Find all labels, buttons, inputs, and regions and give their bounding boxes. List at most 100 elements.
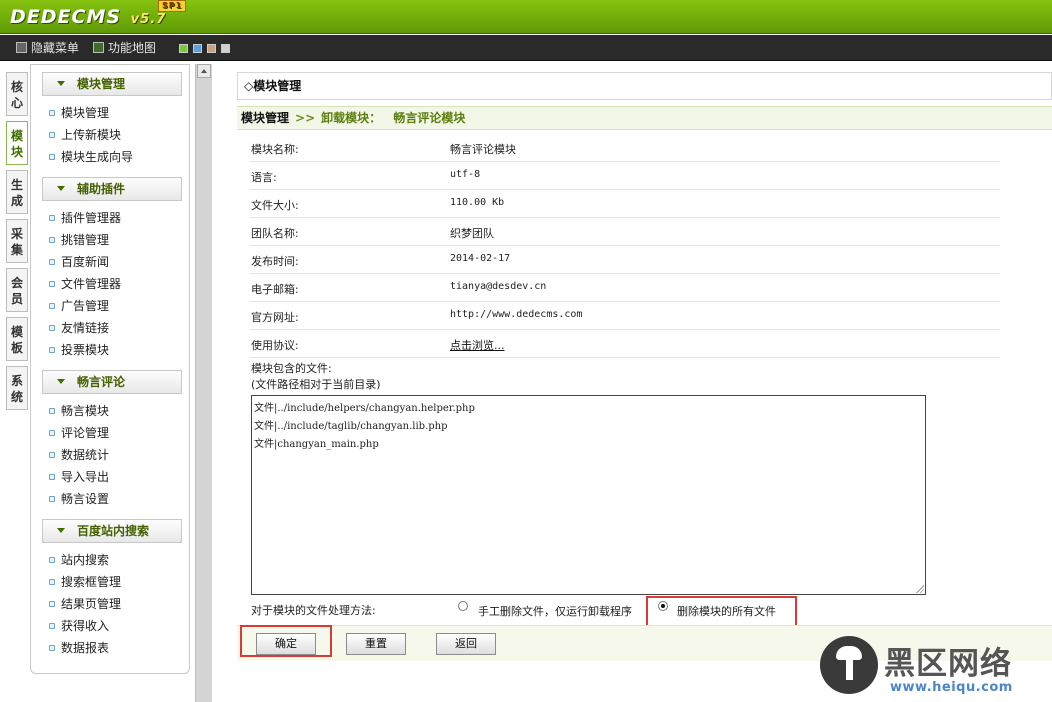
row-label: 文件大小: <box>251 199 299 212</box>
bullet-icon <box>49 325 55 331</box>
sidebar-item-label: 结果页管理 <box>61 597 122 611</box>
bullet-icon <box>49 347 55 353</box>
row-label: 使用协议: <box>251 339 299 352</box>
ok-button[interactable]: 确定 <box>256 633 316 655</box>
info-row-file-size: 文件大小: 110.00 Kb <box>250 191 1000 218</box>
file-line: 文件|../include/taglib/changyan.lib.php <box>254 421 448 432</box>
option-manual-delete-label[interactable]: 手工删除文件，仅运行卸载程序 <box>478 603 632 619</box>
collapse-triangle-icon <box>57 186 65 191</box>
sidebar-item-baidu-news[interactable]: 百度新闻 <box>49 253 109 271</box>
license-browse-link[interactable]: 点击浏览... <box>450 337 505 353</box>
breadcrumb-root-link[interactable]: 模块管理 <box>241 111 289 125</box>
menu-bar: 隐藏菜单 功能地图 <box>0 35 1052 61</box>
tab-templates[interactable]: 模板 <box>6 317 28 361</box>
watermark-title: 黑区网络 <box>884 646 1012 682</box>
sidebar-item-comment-management[interactable]: 评论管理 <box>49 424 109 442</box>
sidebar-item-vote-module[interactable]: 投票模块 <box>49 341 109 359</box>
row-value: utf-8 <box>450 169 481 180</box>
sidebar-item-label: 投票模块 <box>61 343 110 357</box>
radio-delete-all[interactable] <box>658 601 668 611</box>
sidebar-scrollbar[interactable] <box>195 64 212 702</box>
dedecms-logo: DEDECMS v5.7 SP1 <box>10 0 187 28</box>
sidebar-group-label: 辅助插件 <box>77 182 126 196</box>
breadcrumb-separator: >> <box>295 111 316 125</box>
sidebar-item-friend-links[interactable]: 友情链接 <box>49 319 109 337</box>
sidebar-item-results-page[interactable]: 结果页管理 <box>49 595 121 613</box>
info-row-email: 电子邮箱: tianya@desdev.cn <box>250 275 1000 302</box>
tab-core[interactable]: 核心 <box>6 72 28 116</box>
tab-modules[interactable]: 模块 <box>6 121 28 165</box>
sidebar-item-file-manager[interactable]: 文件管理器 <box>49 275 121 293</box>
skin-blue-icon[interactable] <box>193 44 202 53</box>
sidebar-item-data-report[interactable]: 数据报表 <box>49 639 109 657</box>
tab-collect[interactable]: 采集 <box>6 219 28 263</box>
tab-members[interactable]: 会员 <box>6 268 28 312</box>
sidebar-item-error-report[interactable]: 挑错管理 <box>49 231 109 249</box>
sidebar-item-import-export[interactable]: 导入导出 <box>49 468 109 486</box>
skin-gray-icon[interactable] <box>221 44 230 53</box>
sidebar-item-earnings[interactable]: 获得收入 <box>49 617 109 635</box>
row-value: 织梦团队 <box>450 227 494 240</box>
sidebar-group-label: 畅言评论 <box>77 375 126 389</box>
bullet-icon <box>49 557 55 563</box>
bullet-icon <box>49 237 55 243</box>
hide-menu-button[interactable]: 隐藏菜单 <box>16 40 79 56</box>
bullet-icon <box>49 579 55 585</box>
breadcrumb: 模块管理 >> 卸载模块： 畅言评论模块 <box>237 106 1052 130</box>
sidebar-item-label: 挑错管理 <box>61 233 110 247</box>
back-button[interactable]: 返回 <box>436 633 496 655</box>
row-label: 模块名称: <box>251 143 299 156</box>
row-value: 2014-02-17 <box>450 253 511 264</box>
sidebar-group-label: 模块管理 <box>77 77 126 91</box>
tab-generate[interactable]: 生成 <box>6 170 28 214</box>
sidebar-group-changyan[interactable]: 畅言评论 <box>42 370 182 394</box>
hide-menu-label: 隐藏菜单 <box>31 41 80 55</box>
collapse-triangle-icon <box>57 379 65 384</box>
reset-button[interactable]: 重置 <box>346 633 406 655</box>
breadcrumb-step: 卸载模块： <box>321 111 382 125</box>
sidebar-item-site-search[interactable]: 站内搜索 <box>49 551 109 569</box>
site-map-icon <box>93 42 104 53</box>
skin-brown-icon[interactable] <box>207 44 216 53</box>
sidebar-item-label: 模块管理 <box>61 106 110 120</box>
info-row-team-name: 团队名称: 织梦团队 <box>250 219 1000 246</box>
sidebar-item-label: 搜索框管理 <box>61 575 122 589</box>
bullet-icon <box>49 430 55 436</box>
sidebar-item-changyan-module[interactable]: 畅言模块 <box>49 402 109 420</box>
option-delete-all-label[interactable]: 删除模块的所有文件 <box>677 603 776 619</box>
row-label: 团队名称: <box>251 227 299 240</box>
row-value: 畅言评论模块 <box>450 143 516 156</box>
sidebar-group-plugins[interactable]: 辅助插件 <box>42 177 182 201</box>
info-row-release-date: 发布时间: 2014-02-17 <box>250 247 1000 274</box>
sidebar-item-ad-manager[interactable]: 广告管理 <box>49 297 109 315</box>
sidebar-item-changyan-settings[interactable]: 畅言设置 <box>49 490 109 508</box>
bullet-icon <box>49 215 55 221</box>
sidebar-group-baidu-search[interactable]: 百度站内搜索 <box>42 519 182 543</box>
sidebar-group-label: 百度站内搜索 <box>77 524 150 538</box>
sidebar-item-searchbox-management[interactable]: 搜索框管理 <box>49 573 121 591</box>
sidebar-item-module-wizard[interactable]: 模块生成向导 <box>49 148 133 166</box>
site-map-button[interactable]: 功能地图 <box>93 40 156 56</box>
files-label: 模块包含的文件: (文件路径相对于当前目录) <box>251 361 381 393</box>
scroll-up-arrow-icon[interactable] <box>197 64 211 78</box>
sidebar-item-statistics[interactable]: 数据统计 <box>49 446 109 464</box>
sidebar-item-label: 获得收入 <box>61 619 110 633</box>
file-line: 文件|../include/helpers/changyan.helper.ph… <box>254 403 475 414</box>
sidebar-item-label: 导入导出 <box>61 470 110 484</box>
resize-handle-icon[interactable] <box>916 585 924 593</box>
watermark-url: www.heiqu.com <box>890 680 1013 695</box>
radio-manual-delete[interactable] <box>458 601 468 611</box>
watermark-logo-icon <box>820 636 878 694</box>
skin-green-icon[interactable] <box>179 44 188 53</box>
sidebar-item-label: 评论管理 <box>61 426 110 440</box>
sidebar-item-label: 广告管理 <box>61 299 110 313</box>
sidebar-item-upload-module[interactable]: 上传新模块 <box>49 126 121 144</box>
bullet-icon <box>49 154 55 160</box>
tab-system[interactable]: 系统 <box>6 366 28 410</box>
sidebar-group-module-management[interactable]: 模块管理 <box>42 72 182 96</box>
breadcrumb-current: 畅言评论模块 <box>393 111 466 125</box>
sidebar-item-plugin-manager[interactable]: 插件管理器 <box>49 209 121 227</box>
sidebar-item-module-management[interactable]: 模块管理 <box>49 104 109 122</box>
files-label-title: 模块包含的文件: <box>251 362 332 375</box>
module-files-textarea[interactable]: 文件|../include/helpers/changyan.helper.ph… <box>251 395 926 595</box>
